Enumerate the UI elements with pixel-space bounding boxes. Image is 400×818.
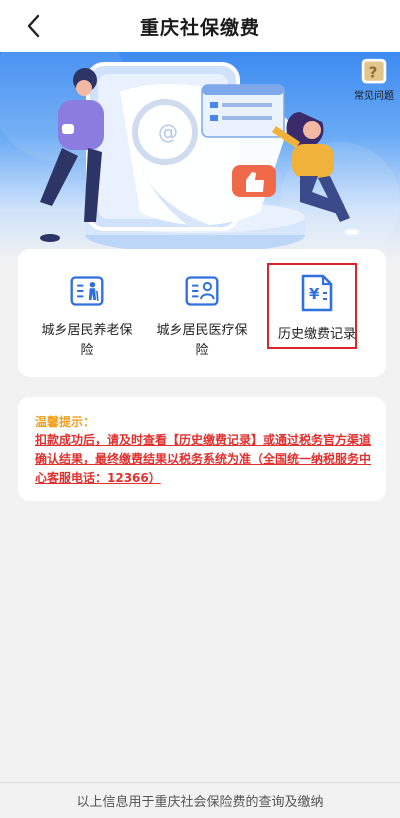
top-bar: 重庆社保缴费 xyxy=(0,0,400,52)
svg-text:?: ? xyxy=(369,63,378,81)
pension-icon xyxy=(70,276,104,306)
menu-label-medical: 城乡居民医疗保险 xyxy=(156,323,248,358)
svg-text:¥: ¥ xyxy=(309,285,320,303)
notice-title: 温馨提示： xyxy=(35,415,96,429)
banner-illustration: @ xyxy=(0,52,400,262)
menu-item-medical[interactable]: 城乡居民医疗保险 xyxy=(147,263,257,361)
faq-button[interactable]: ? 常见问题 xyxy=(352,58,396,102)
menu-label-payment-history: 历史缴费记录 xyxy=(277,327,356,342)
medical-id-icon xyxy=(185,276,219,306)
svg-text:@: @ xyxy=(158,120,178,144)
notice-card: 温馨提示： 扣款成功后，请及时查看【历史缴费记录】或通过税务官方渠道确认结果，最… xyxy=(18,397,386,501)
footer-note: 以上信息用于重庆社会保险费的查询及缴纳 xyxy=(0,782,400,818)
page-title: 重庆社保缴费 xyxy=(139,16,260,39)
menu-label-pension: 城乡居民养老保险 xyxy=(41,323,133,358)
help-book-icon: ? xyxy=(361,58,387,84)
faq-label: 常见问题 xyxy=(354,91,394,102)
notice-link[interactable]: 扣款成功后，请及时查看【历史缴费记录】或通过税务官方渠道确认结果，最终缴费结果以… xyxy=(35,431,375,488)
menu-item-payment-history[interactable]: ¥ 历史缴费记录 xyxy=(262,263,372,361)
menu-item-pension[interactable]: 城乡居民养老保险 xyxy=(32,263,142,361)
chevron-left-icon xyxy=(27,14,40,38)
back-button[interactable] xyxy=(18,10,50,42)
hero-banner: @ xyxy=(0,52,400,262)
yuan-document-icon: ¥ xyxy=(301,274,333,312)
service-menu-card: 城乡居民养老保险 城乡居民医疗保险 ¥ 历史缴费记录 xyxy=(18,249,386,377)
